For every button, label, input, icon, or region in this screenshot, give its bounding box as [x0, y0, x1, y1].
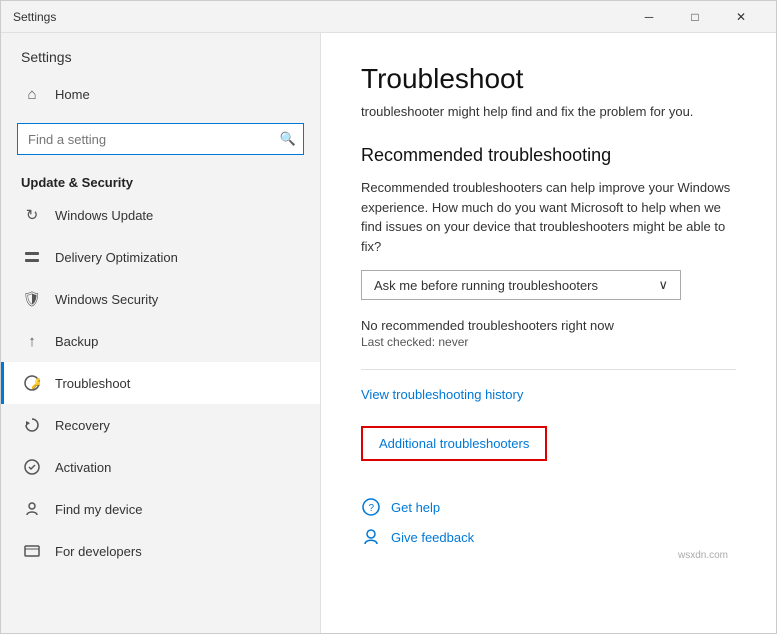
sidebar-item-label: Find my device [55, 502, 142, 517]
sidebar-item-home[interactable]: ⌂ Home [1, 73, 320, 115]
page-title: Troubleshoot [361, 63, 736, 95]
give-feedback-link[interactable]: Give feedback [361, 527, 736, 547]
window-title: Settings [13, 10, 56, 24]
maximize-button[interactable]: □ [672, 1, 718, 33]
bottom-links: ? Get help Give feedback [361, 497, 736, 547]
get-help-label: Get help [391, 500, 440, 515]
chevron-down-icon: ∨ [658, 277, 668, 293]
windows-update-icon: ↻ [21, 204, 43, 226]
last-checked: Last checked: never [361, 335, 736, 349]
sidebar-item-label: For developers [55, 544, 142, 559]
developers-icon [21, 540, 43, 562]
sidebar-item-label: Activation [55, 460, 111, 475]
sidebar-item-windows-update[interactable]: ↻ Windows Update [1, 194, 320, 236]
divider [361, 369, 736, 370]
dropdown-value: Ask me before running troubleshooters [374, 278, 598, 293]
delivery-optimization-icon [21, 246, 43, 268]
give-feedback-label: Give feedback [391, 530, 474, 545]
give-feedback-icon [361, 527, 381, 547]
sidebar-item-backup[interactable]: ↑ Backup [1, 320, 320, 362]
main-content: Troubleshoot troubleshooter might help f… [321, 33, 776, 633]
sidebar-item-recovery[interactable]: Recovery [1, 404, 320, 446]
subtitle-text: troubleshooter might help find and fix t… [361, 103, 736, 121]
search-icon: 🔍 [280, 131, 296, 147]
additional-troubleshooters-link[interactable]: Additional troubleshooters [361, 426, 547, 461]
sidebar-home-label: Home [55, 87, 90, 102]
minimize-button[interactable]: ─ [626, 1, 672, 33]
titlebar: Settings ─ □ ✕ [1, 1, 776, 33]
troubleshoot-dropdown[interactable]: Ask me before running troubleshooters ∨ [361, 270, 681, 300]
backup-icon: ↑ [21, 330, 43, 352]
troubleshoot-icon: 🔑 [21, 372, 43, 394]
svg-text:?: ? [369, 503, 375, 514]
recommended-description: Recommended troubleshooters can help imp… [361, 178, 736, 256]
sidebar-item-label: Backup [55, 334, 98, 349]
sidebar-item-label: Windows Security [55, 292, 158, 307]
recommended-section-title: Recommended troubleshooting [361, 145, 736, 166]
status-text: No recommended troubleshooters right now [361, 318, 736, 333]
search-container: 🔍 [17, 123, 304, 155]
sidebar-item-for-developers[interactable]: For developers [1, 530, 320, 572]
view-history-link[interactable]: View troubleshooting history [361, 387, 523, 402]
sidebar-item-label: Recovery [55, 418, 110, 433]
titlebar-controls: ─ □ ✕ [626, 1, 764, 33]
sidebar-item-find-my-device[interactable]: Find my device [1, 488, 320, 530]
svg-text:🔑: 🔑 [31, 377, 40, 390]
get-help-icon: ? [361, 497, 381, 517]
close-button[interactable]: ✕ [718, 1, 764, 33]
sidebar: Settings ⌂ Home 🔍 Update & Security ↻ Wi… [1, 33, 321, 633]
recovery-icon [21, 414, 43, 436]
sidebar-item-label: Troubleshoot [55, 376, 130, 391]
home-icon: ⌂ [21, 83, 43, 105]
sidebar-item-windows-security[interactable]: 🛡 Windows Security [1, 278, 320, 320]
windows-security-icon: 🛡 [21, 288, 43, 310]
activation-icon [21, 456, 43, 478]
watermark: wsxdn.com [678, 550, 728, 561]
sidebar-item-activation[interactable]: Activation [1, 446, 320, 488]
sidebar-title: Settings [1, 33, 320, 73]
sidebar-item-label: Delivery Optimization [55, 250, 178, 265]
sidebar-item-label: Windows Update [55, 208, 153, 223]
section-label: Update & Security [1, 167, 320, 194]
search-input[interactable] [17, 123, 304, 155]
get-help-link[interactable]: ? Get help [361, 497, 736, 517]
sidebar-item-delivery-optimization[interactable]: Delivery Optimization [1, 236, 320, 278]
find-device-icon [21, 498, 43, 520]
sidebar-item-troubleshoot[interactable]: 🔑 Troubleshoot [1, 362, 320, 404]
